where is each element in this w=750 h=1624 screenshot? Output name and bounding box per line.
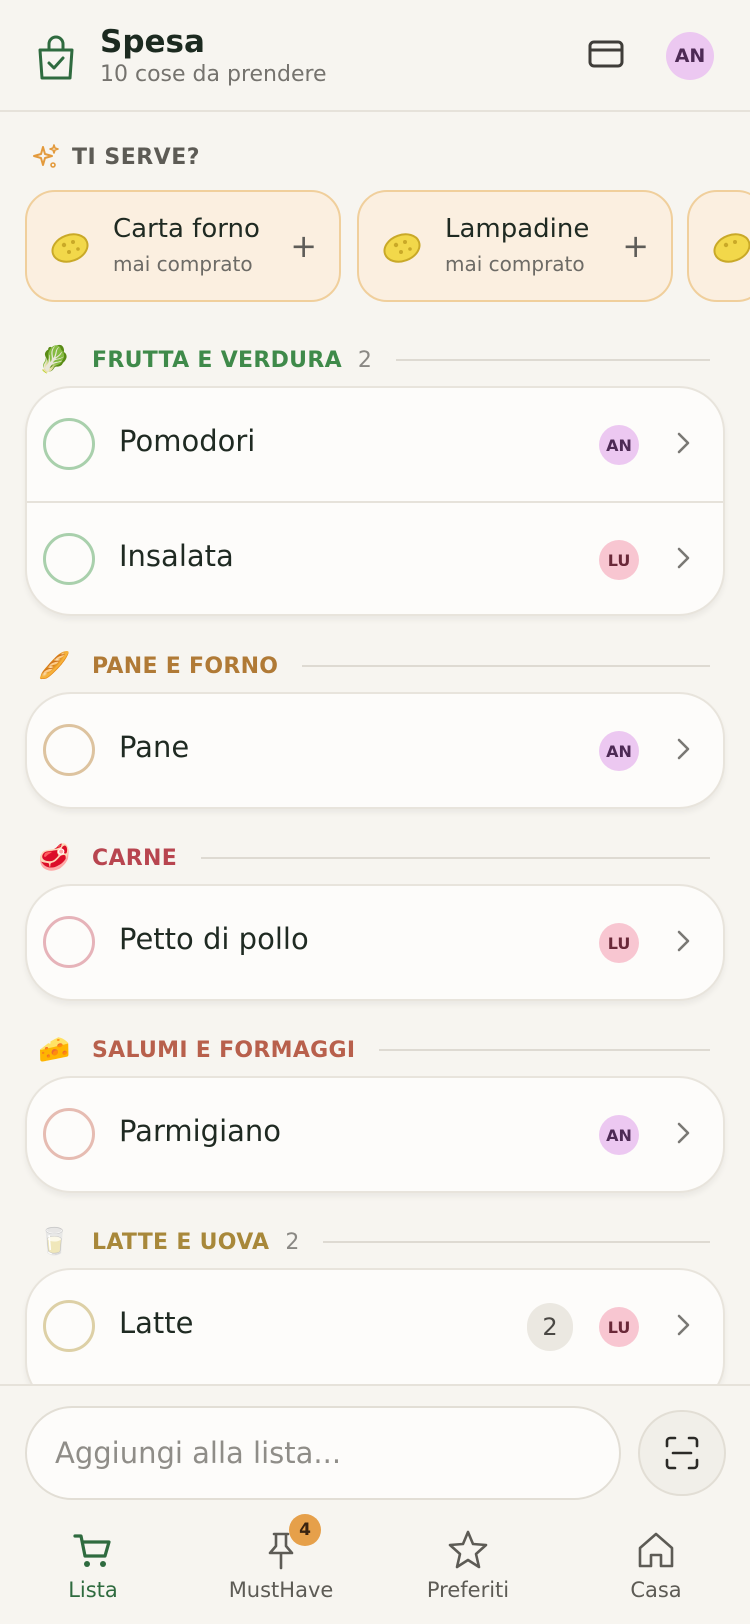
nav-item-preferiti[interactable]: Preferiti — [388, 1524, 548, 1624]
sponge-icon — [713, 233, 750, 263]
nav-item-musthave[interactable]: 4 MustHave — [201, 1514, 361, 1624]
nav-label: Lista — [68, 1578, 118, 1602]
bottom-navigation: Lista 4 MustHave Preferiti Casa — [0, 1514, 750, 1624]
list-item[interactable]: Latte 2 LU — [27, 1270, 723, 1383]
user-badge: LU — [599, 1307, 639, 1347]
section-card-frutta-verdura: Pomodori AN Insalata LU — [25, 386, 725, 616]
item-name: Latte — [119, 1306, 194, 1340]
section-header-carne: 🥩 CARNE — [38, 841, 710, 875]
section-header-pane-forno: 🥖 PANE E FORNO — [38, 649, 710, 683]
section-card-salumi-formaggi: Parmigiano AN — [25, 1076, 725, 1193]
suggestion-subtitle: mai comprato — [113, 252, 253, 276]
quantity-badge: 2 — [527, 1303, 573, 1351]
item-checkbox[interactable] — [43, 724, 95, 776]
item-checkbox[interactable] — [43, 1300, 95, 1352]
section-card-carne: Petto di pollo LU — [25, 884, 725, 1001]
list-item[interactable]: Insalata LU — [27, 501, 723, 614]
section-title: PANE E FORNO — [92, 653, 279, 679]
nav-label: Preferiti — [426, 1578, 510, 1602]
chevron-right-icon[interactable] — [675, 926, 693, 956]
nav-label: Casa — [630, 1578, 682, 1602]
cheese-icon: 🧀 — [38, 1035, 71, 1065]
section-divider — [323, 1241, 710, 1243]
suggestion-name: Lampadine — [445, 214, 590, 244]
item-name: Pomodori — [119, 424, 256, 458]
scan-icon — [665, 1436, 699, 1470]
list-item[interactable]: Parmigiano AN — [27, 1078, 723, 1191]
user-badge: AN — [599, 425, 639, 465]
add-suggestion-button[interactable]: + — [622, 228, 649, 264]
item-checkbox[interactable] — [43, 533, 95, 585]
item-checkbox[interactable] — [43, 1108, 95, 1160]
section-count: 2 — [357, 347, 372, 373]
page-title: Spesa — [100, 24, 205, 60]
sponge-icon — [383, 233, 421, 263]
item-name: Pane — [119, 730, 190, 764]
suggestion-name: Carta forno — [113, 214, 260, 244]
nav-item-lista[interactable]: Lista — [13, 1524, 173, 1624]
shopping-bag-check-icon — [38, 35, 74, 80]
chevron-right-icon[interactable] — [675, 428, 693, 458]
milk-glass-icon: 🥛 — [38, 1227, 71, 1257]
suggestion-subtitle: mai comprato — [445, 252, 585, 276]
chevron-right-icon[interactable] — [675, 543, 693, 573]
user-avatar[interactable]: AN — [666, 32, 714, 80]
item-name: Parmigiano — [119, 1114, 282, 1148]
chevron-right-icon[interactable] — [675, 1118, 693, 1148]
suggestion-card[interactable]: Lampadine mai comprato + — [357, 190, 673, 302]
cart-icon — [73, 1534, 111, 1567]
list-item[interactable]: Pane AN — [27, 694, 723, 807]
section-title: SALUMI E FORMAGGI — [92, 1037, 356, 1063]
sparkles-icon — [33, 144, 59, 168]
meat-icon: 🥩 — [38, 843, 71, 873]
leafy-greens-icon: 🥬 — [38, 345, 71, 375]
section-divider — [302, 665, 710, 667]
section-card-pane-forno: Pane AN — [25, 692, 725, 809]
card-icon[interactable] — [588, 40, 624, 68]
item-checkbox[interactable] — [43, 418, 95, 470]
item-name: Petto di pollo — [119, 922, 309, 956]
list-item[interactable]: Pomodori AN — [27, 388, 723, 501]
user-badge: AN — [599, 731, 639, 771]
suggestion-card-partial[interactable] — [687, 190, 750, 302]
home-icon — [638, 1532, 674, 1568]
suggestions-header: TI SERVE? — [32, 140, 200, 174]
app-header: Spesa 10 cose da prendere AN — [0, 0, 750, 112]
user-badge: AN — [599, 1115, 639, 1155]
nav-item-casa[interactable]: Casa — [576, 1524, 736, 1624]
suggestion-card[interactable]: Carta forno mai comprato + — [25, 190, 341, 302]
section-header-salumi-formaggi: 🧀 SALUMI E FORMAGGI — [38, 1033, 710, 1067]
section-divider — [379, 1049, 710, 1051]
user-badge: LU — [599, 540, 639, 580]
star-icon — [448, 1530, 488, 1569]
items-count-subtitle: 10 cose da prendere — [100, 62, 327, 87]
nav-label: MustHave — [228, 1578, 334, 1602]
baguette-icon: 🥖 — [38, 651, 71, 681]
musthave-count-badge: 4 — [289, 1514, 321, 1546]
section-count: 2 — [285, 1229, 300, 1255]
section-title: CARNE — [92, 845, 178, 871]
sponge-icon — [51, 233, 89, 263]
scan-button[interactable] — [638, 1410, 726, 1496]
list-item[interactable]: Petto di pollo LU — [27, 886, 723, 999]
section-title: LATTE E UOVA — [92, 1229, 270, 1255]
item-name: Insalata — [119, 539, 234, 573]
suggestions-title: TI SERVE? — [72, 144, 200, 170]
chevron-right-icon[interactable] — [675, 734, 693, 764]
section-title: FRUTTA E VERDURA — [92, 347, 342, 373]
section-divider — [201, 857, 710, 859]
section-header-latte-uova: 🥛 LATTE E UOVA 2 — [38, 1225, 710, 1259]
add-suggestion-button[interactable]: + — [290, 228, 317, 264]
section-header-frutta-verdura: 🥬 FRUTTA E VERDURA 2 — [38, 343, 710, 377]
add-item-input[interactable] — [25, 1406, 621, 1500]
section-divider — [395, 359, 710, 361]
user-badge: LU — [599, 923, 639, 963]
item-checkbox[interactable] — [43, 916, 95, 968]
chevron-right-icon[interactable] — [675, 1310, 693, 1340]
